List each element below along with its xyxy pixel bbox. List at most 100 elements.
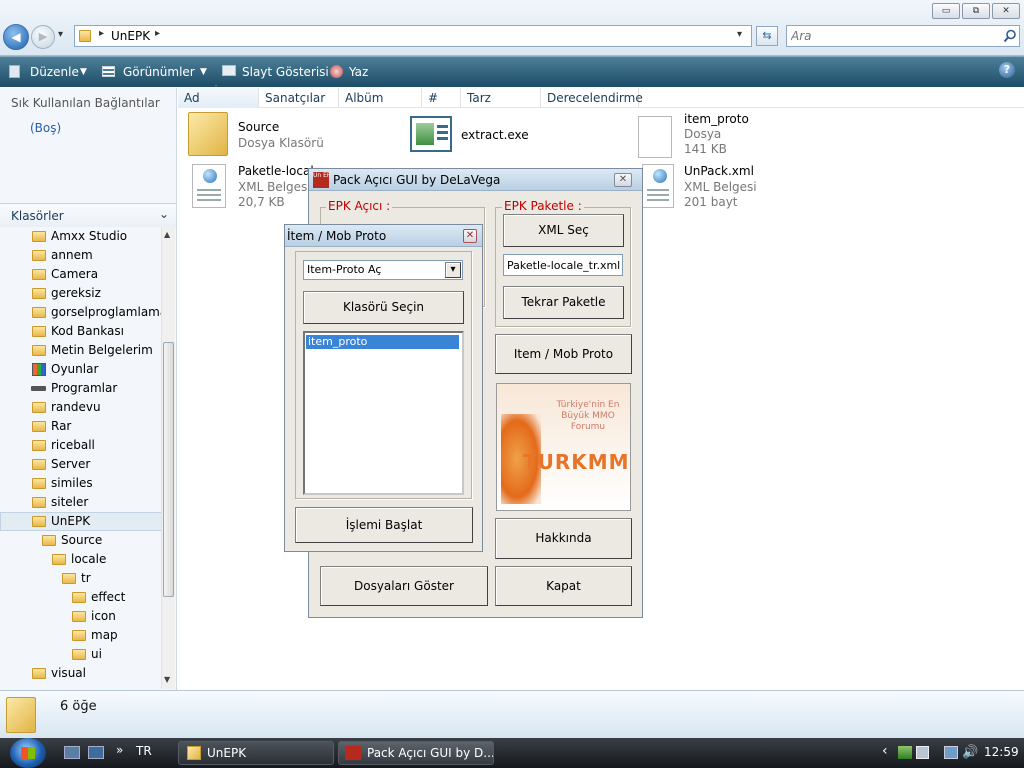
file-item-extract-exe[interactable]: extract.exe (408, 114, 568, 158)
tree-item-locale[interactable]: locale (0, 550, 162, 569)
tree-item-metin-belgelerim[interactable]: Metin Belgelerim (0, 341, 162, 360)
column-album[interactable]: Albüm (339, 88, 422, 108)
refresh-button[interactable]: ⇆ (756, 26, 778, 46)
network-icon[interactable] (944, 746, 958, 759)
folder-icon (32, 250, 46, 261)
tree-item-tr[interactable]: tr (0, 569, 162, 588)
proto-type-select[interactable]: Item-Proto Aç ▾ (303, 260, 463, 280)
search-box[interactable] (786, 25, 1020, 47)
column-artists[interactable]: Sanatçılar (259, 88, 339, 108)
tree-item-visual[interactable]: visual (0, 664, 162, 683)
tree-item-kod-bankasi[interactable]: Kod Bankası (0, 322, 162, 341)
volume-icon[interactable]: 🔊 (962, 745, 978, 760)
switch-windows-icon[interactable] (88, 746, 104, 759)
tree-item-label: Camera (51, 267, 99, 281)
folder-icon (52, 554, 66, 565)
tree-item-oyunlar[interactable]: Oyunlar (0, 360, 162, 379)
dropdown-arrow-icon[interactable]: ▾ (445, 262, 461, 278)
pack-dialog-titlebar[interactable]: Un EPK Pack Açıcı GUI by DeLaVega ✕ (309, 169, 642, 191)
file-item-item-proto[interactable]: item_proto Dosya 141 KB (636, 112, 836, 158)
tray-expand-icon[interactable]: ‹ (882, 743, 888, 759)
address-box[interactable]: ▸ UnEPK ▸ ▾ (74, 25, 752, 47)
tree-item-server[interactable]: Server (0, 455, 162, 474)
recent-pages-dropdown[interactable]: ▾ (58, 29, 63, 40)
pack-dialog-close-button[interactable]: ✕ (614, 173, 632, 187)
file-item-source[interactable]: Source Dosya Klasörü (186, 112, 406, 158)
item-mob-proto-button[interactable]: Item / Mob Proto (495, 334, 632, 374)
tree-item-ui[interactable]: ui (0, 645, 162, 664)
tree-item-camera[interactable]: Camera (0, 265, 162, 284)
minimize-button[interactable]: ▭ (932, 3, 960, 19)
back-button[interactable]: ◀ (3, 24, 29, 50)
favorite-links-header[interactable]: Sık Kullanılan Bağlantılar (11, 96, 160, 110)
tree-item-siteler[interactable]: siteler (0, 493, 162, 512)
select-folder-button[interactable]: Klasörü Seçin (303, 291, 464, 324)
start-button[interactable] (10, 738, 46, 768)
tree-item-gereksiz[interactable]: gereksiz (0, 284, 162, 303)
start-process-button[interactable]: İşlemi Başlat (295, 507, 473, 543)
column-number[interactable]: # (422, 88, 461, 108)
about-button[interactable]: Hakkında (495, 518, 632, 559)
tree-item-map[interactable]: map (0, 626, 162, 645)
forward-button[interactable]: ▶ (31, 25, 55, 49)
print-button[interactable]: Yaz (349, 64, 368, 80)
help-button[interactable]: ? (999, 62, 1015, 78)
folder-icon (32, 326, 46, 337)
xml-file-field[interactable] (503, 254, 623, 276)
proto-dialog-close-button[interactable]: ✕ (463, 229, 477, 243)
tree-item-source[interactable]: Source (0, 531, 162, 550)
tree-item-programlar[interactable]: Programlar (0, 379, 162, 398)
tree-item-rar[interactable]: Rar (0, 417, 162, 436)
show-files-button[interactable]: Dosyaları Göster (320, 566, 488, 606)
search-input[interactable] (791, 28, 991, 44)
banner-brand: TURKMMO (523, 450, 630, 474)
safely-remove-icon[interactable] (898, 746, 912, 759)
close-window-button[interactable]: ✕ (992, 3, 1020, 19)
taskbar-pack-acici[interactable]: Pack Açıcı GUI by D... (338, 741, 494, 765)
quick-launch-more[interactable]: » (116, 743, 123, 757)
tree-item-label: riceball (51, 438, 95, 452)
turkmmo-banner: Türkiye'nin En Büyük MMO Forumu TURKMMO (496, 383, 631, 511)
maximize-button[interactable]: ⧉ (962, 3, 990, 19)
slideshow-button[interactable]: Slayt Gösterisi (242, 64, 329, 80)
xml-select-button[interactable]: XML Seç (503, 214, 624, 247)
tree-item-gorselproglamlama[interactable]: gorselproglamlama (0, 303, 162, 322)
breadcrumb-unepk[interactable]: UnEPK (111, 29, 150, 43)
tree-item-randevu[interactable]: randevu (0, 398, 162, 417)
address-dropdown-icon[interactable]: ▾ (737, 29, 742, 40)
tree-item-riceball[interactable]: riceball (0, 436, 162, 455)
list-item[interactable]: item_proto (306, 335, 459, 349)
scroll-down-icon[interactable]: ▼ (164, 675, 170, 684)
views-menu[interactable]: Görünümler (123, 64, 195, 80)
show-desktop-icon[interactable] (64, 746, 80, 759)
folder-icon (32, 345, 46, 356)
tree-scrollbar[interactable]: ▲ ▼ (161, 227, 175, 689)
proto-listbox[interactable]: item_proto (303, 331, 464, 495)
tree-item-annem[interactable]: annem (0, 246, 162, 265)
folder-large-icon (6, 697, 36, 733)
language-indicator[interactable]: TR (136, 744, 152, 758)
proto-dialog-titlebar[interactable]: İtem / Mob Proto ✕ (285, 225, 482, 247)
taskbar-unepk[interactable]: UnEPK (178, 741, 334, 765)
tree-item-amxx-studio[interactable]: Amxx Studio (0, 227, 162, 246)
column-name[interactable]: Ad (178, 88, 259, 108)
folder-icon (32, 307, 46, 318)
tree-scroll-thumb[interactable] (163, 342, 174, 597)
tree-item-similes[interactable]: similes (0, 474, 162, 493)
column-genre[interactable]: Tarz (461, 88, 541, 108)
folders-header[interactable]: Klasörler ⌄ (0, 203, 176, 227)
device-icon[interactable] (916, 746, 929, 759)
tree-item-unepk[interactable]: UnEPK (0, 512, 162, 531)
search-icon[interactable] (1003, 29, 1017, 43)
organize-menu[interactable]: Düzenle (30, 64, 79, 80)
file-item-unpack-xml[interactable]: UnPack.xml XML Belgesi 201 bayt (640, 162, 840, 212)
tree-item-effect[interactable]: effect (0, 588, 162, 607)
close-app-button[interactable]: Kapat (495, 566, 632, 606)
column-rating[interactable]: Derecelendirme (541, 88, 643, 108)
clock[interactable]: 12:59 (984, 745, 1019, 759)
tree-item-icon[interactable]: icon (0, 607, 162, 626)
repack-button[interactable]: Tekrar Paketle (503, 286, 624, 319)
folders-collapse-chevron-icon[interactable]: ⌄ (159, 207, 169, 221)
scroll-up-icon[interactable]: ▲ (164, 230, 170, 239)
file-item-paketle-locale[interactable]: Paketle-locale XML Belgesi 20,7 KB (186, 162, 321, 212)
